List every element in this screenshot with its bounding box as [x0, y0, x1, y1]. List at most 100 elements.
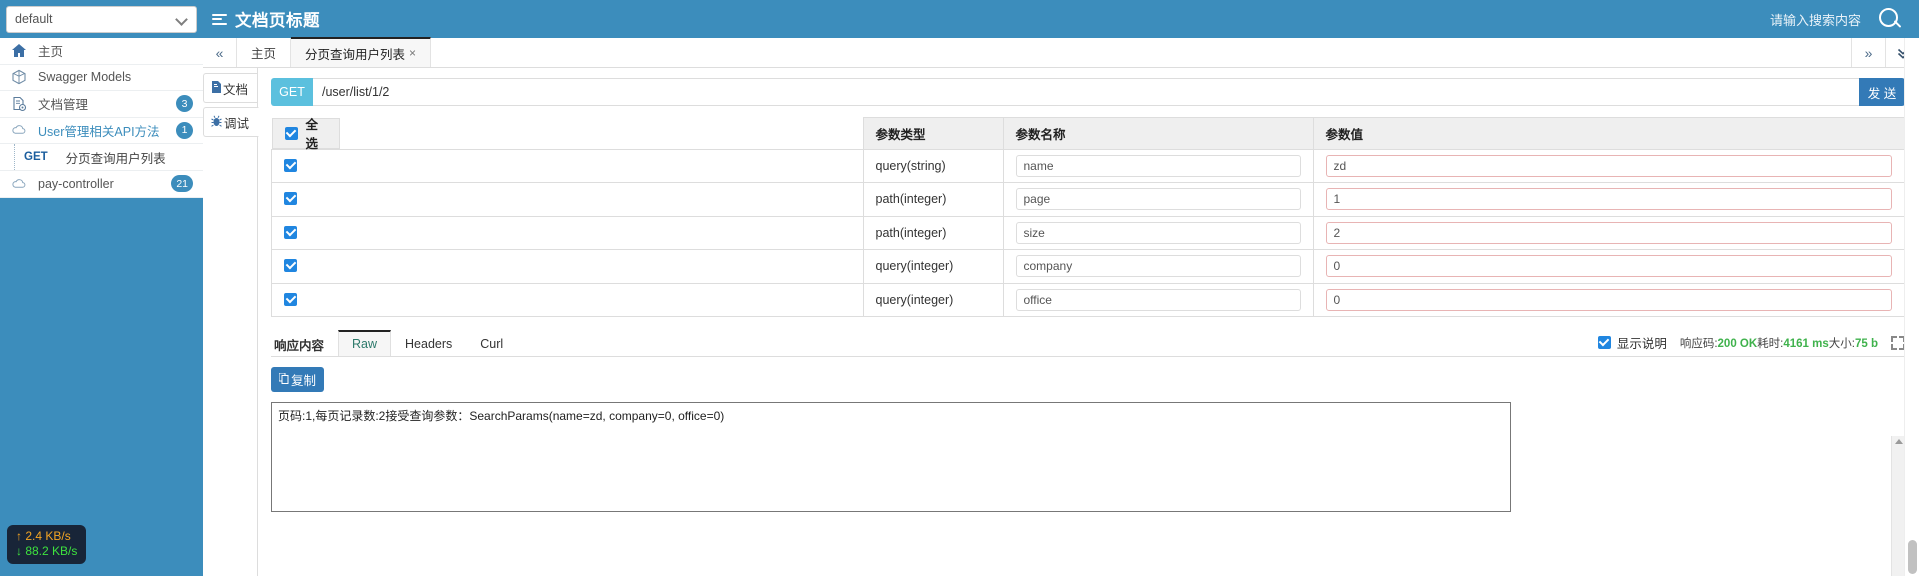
row-param-value-cell: 0: [1312, 282, 1905, 317]
vtab-debug[interactable]: 调试: [203, 107, 259, 137]
param-name-input[interactable]: name: [1015, 154, 1301, 177]
parameters-table-head: 全选 参数类型 参数名称 参数值: [271, 117, 1905, 151]
send-button[interactable]: 发 送: [1859, 78, 1905, 106]
sidebar-menu: 主页 Swagger Models 文档管理 3 User管理相关API方法 1…: [0, 38, 203, 198]
tab-label: 分页查询用户列表: [305, 47, 406, 62]
vtab-document[interactable]: 文档: [203, 73, 257, 103]
param-name-input[interactable]: company: [1015, 255, 1301, 278]
list-icon: [212, 13, 227, 26]
row-checkbox[interactable]: [284, 225, 297, 239]
row-checkbox[interactable]: [284, 292, 297, 306]
response-tab-headers[interactable]: Headers: [391, 331, 466, 356]
sidebar-item-user-list-endpoint[interactable]: GET 分页查询用户列表: [0, 144, 203, 171]
response-body[interactable]: 页码:1,每页记录数:2接受查询参数：SearchParams(name=zd,…: [271, 402, 1511, 512]
chevron-double-right-icon[interactable]: »: [1851, 38, 1885, 67]
document-icon: [211, 80, 221, 96]
size-prefix: 大小:: [1828, 337, 1855, 350]
row-param-name-cell: name: [1002, 148, 1314, 183]
table-row: query(integer) company 0: [271, 249, 1905, 284]
request-url-input[interactable]: /user/list/1/2: [313, 78, 1859, 106]
vtab-label: 调试: [224, 116, 250, 131]
sidebar-endpoint-method: GET: [24, 151, 48, 163]
param-value-input[interactable]: 0: [1325, 288, 1892, 311]
param-value-value: zd: [1333, 158, 1347, 173]
group-select-value: default: [15, 12, 53, 26]
response-section-label: 响应内容: [274, 338, 325, 353]
row-param-value-cell: 0: [1312, 249, 1905, 284]
param-value-input[interactable]: 0: [1325, 255, 1892, 278]
select-all-label: 全选: [305, 118, 319, 151]
row-select-cell: [271, 148, 864, 183]
response-body-text: 页码:1,每页记录数:2接受查询参数：SearchParams(name=zd,…: [278, 409, 725, 423]
search-icon[interactable]: [1877, 6, 1903, 32]
cloud-icon: [11, 122, 31, 138]
expand-icon[interactable]: [1891, 335, 1905, 350]
tab-strip: « 主页 分页查询用户列表 × »: [203, 37, 1919, 68]
request-url-row: GET /user/list/1/2 发 送: [271, 78, 1905, 106]
debug-panel: GET /user/list/1/2 发 送 全选 参数类型 参数名称 参数值 …: [258, 68, 1919, 576]
size-value: 75 b: [1854, 337, 1878, 350]
sidebar-endpoint-label: 分页查询用户列表: [65, 151, 166, 166]
show-description-toggle[interactable]: 显示说明: [1597, 333, 1667, 352]
tab-home[interactable]: 主页: [237, 38, 292, 67]
parameters-table: 全选 参数类型 参数名称 参数值 query(string) name zd path…: [271, 117, 1905, 317]
response-tab-curl[interactable]: Curl: [466, 331, 517, 356]
tab-user-list[interactable]: 分页查询用户列表 ×: [291, 37, 432, 67]
row-checkbox[interactable]: [284, 259, 297, 273]
show-description-label: 显示说明: [1616, 337, 1667, 351]
request-url-value: /user/list/1/2: [322, 85, 390, 99]
sidebar-item-pay-controller[interactable]: pay-controller 21: [0, 171, 203, 198]
page-scrollbar[interactable]: [1904, 38, 1919, 576]
show-description-checkbox[interactable]: [1597, 336, 1611, 349]
home-icon: [11, 43, 31, 59]
close-icon[interactable]: ×: [409, 46, 416, 60]
row-param-value-cell: 2: [1312, 215, 1905, 250]
response-tab-raw[interactable]: Raw: [338, 330, 392, 356]
sidebar-item-doc-manage[interactable]: 文档管理 3: [0, 91, 203, 118]
cloud-icon: [11, 176, 31, 192]
row-param-name-cell: company: [1002, 249, 1314, 284]
row-param-name-cell: page: [1002, 182, 1314, 217]
scroll-up-arrow-icon[interactable]: [1895, 439, 1903, 444]
param-value-value: 2: [1333, 225, 1341, 240]
top-bar-right: 请输入搜索内容: [1770, 6, 1919, 32]
row-param-type: query(string): [862, 148, 1004, 183]
param-value-input[interactable]: zd: [1325, 154, 1892, 177]
param-name-input[interactable]: size: [1015, 221, 1301, 244]
copy-button[interactable]: 复制: [271, 367, 324, 392]
status-code-value: 200 OK: [1717, 337, 1758, 350]
sidebar-item-home[interactable]: 主页: [0, 38, 203, 65]
header-param-name: 参数名称: [1002, 117, 1314, 150]
network-download-speed: ↓ 88.2 KB/s: [16, 544, 78, 558]
sidebar-item-user-api[interactable]: User管理相关API方法 1: [0, 117, 203, 144]
copy-label: 复制: [290, 374, 316, 388]
param-name-input[interactable]: page: [1015, 188, 1301, 211]
sidebar-item-label: 文档管理: [38, 98, 89, 113]
search-placeholder[interactable]: 请输入搜索内容: [1770, 10, 1861, 29]
table-row: path(integer) page 1: [271, 182, 1905, 217]
sidebar-item-label: pay-controller: [38, 176, 114, 191]
param-value-input[interactable]: 2: [1325, 221, 1892, 244]
sidebar-item-badge: 1: [176, 121, 193, 139]
top-bar: default 文档页标题 请输入搜索内容: [0, 0, 1919, 38]
row-checkbox[interactable]: [284, 192, 297, 206]
param-name-input[interactable]: office: [1015, 288, 1301, 311]
sidebar-item-swagger-models[interactable]: Swagger Models: [0, 64, 203, 91]
select-all-checkbox[interactable]: [284, 126, 298, 140]
app-root: default 文档页标题 请输入搜索内容 主页 Swagger Models …: [0, 0, 1919, 576]
group-select-wrapper: default: [0, 0, 203, 38]
param-value-value: 0: [1333, 292, 1341, 307]
param-value-input[interactable]: 1: [1325, 188, 1892, 211]
header-param-type: 参数类型: [862, 117, 1004, 150]
sidebar: 主页 Swagger Models 文档管理 3 User管理相关API方法 1…: [0, 38, 203, 576]
chevron-double-left-icon[interactable]: «: [203, 38, 237, 67]
page-scrollbar-thumb[interactable]: [1908, 540, 1917, 574]
row-checkbox[interactable]: [284, 158, 297, 172]
parameters-table-body: query(string) name zd path(integer) page 1 pat…: [271, 148, 1905, 317]
param-name-value: size: [1023, 225, 1045, 240]
sidebar-item-label: Swagger Models: [38, 70, 132, 85]
status-code-prefix: 响应码:: [1679, 337, 1718, 350]
group-select[interactable]: default: [6, 5, 197, 33]
request-method-badge: GET: [271, 78, 313, 106]
row-param-value-cell: zd: [1312, 148, 1905, 183]
